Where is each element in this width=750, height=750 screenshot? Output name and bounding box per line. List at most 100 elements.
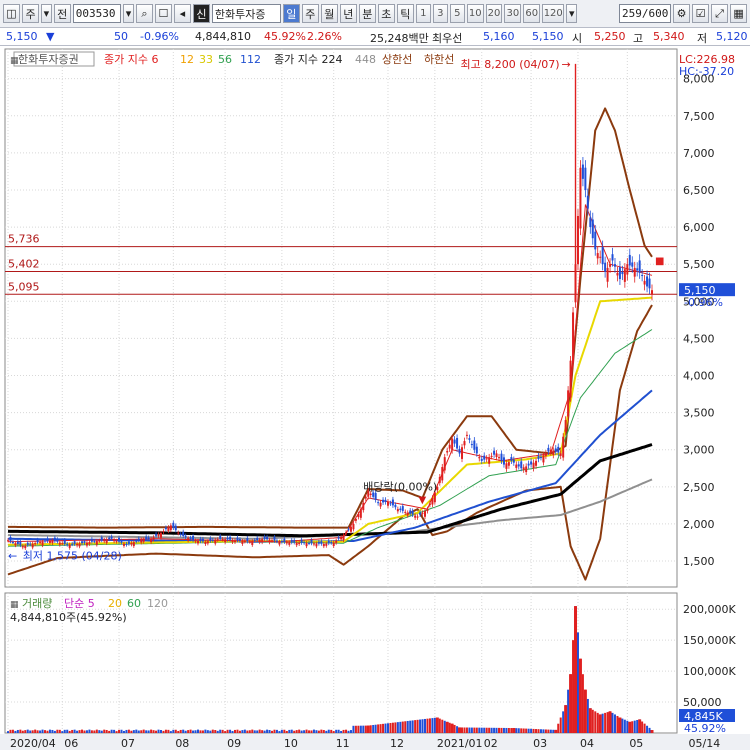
interval-3[interactable]: 3 <box>432 4 448 23</box>
candle-body <box>142 539 145 542</box>
volume-bar <box>443 720 446 733</box>
volume-bar <box>498 727 501 733</box>
time-tick-label: 07 <box>121 737 135 750</box>
compare-icon[interactable]: ☐ <box>154 4 172 23</box>
price-tick-label: 5,500 <box>683 258 715 271</box>
candle-body <box>312 543 315 545</box>
candle-body <box>125 543 128 545</box>
candle-body <box>164 527 167 530</box>
volume-bar <box>648 727 651 733</box>
interval-30[interactable]: 30 <box>504 4 522 23</box>
interval-5[interactable]: 5 <box>449 4 465 23</box>
candle-body <box>522 467 525 470</box>
candle-body <box>461 447 464 459</box>
volume-legend-ma20[interactable]: 20 <box>108 597 122 610</box>
candle-body <box>414 515 417 518</box>
candle-body <box>295 542 298 546</box>
grid-icon[interactable]: ▦ <box>730 4 748 23</box>
interval-1[interactable]: 1 <box>415 4 431 23</box>
layout-icon[interactable]: ◫ <box>3 4 20 23</box>
scope-select[interactable]: 전 <box>53 4 71 23</box>
stock-code-input[interactable]: 003530 <box>72 4 122 23</box>
candle-body <box>394 504 397 508</box>
volume-bar <box>480 727 483 733</box>
period-tab-week[interactable]: 주 <box>301 4 319 23</box>
candle-body <box>58 542 61 545</box>
period-tab-minute[interactable]: 분 <box>358 4 376 23</box>
chevron-down-icon[interactable]: ▾ <box>566 4 578 23</box>
chevron-down-icon[interactable]: ▾ <box>41 4 52 23</box>
search-icon[interactable]: ⌕ <box>135 4 153 23</box>
interval-10[interactable]: 10 <box>466 4 484 23</box>
legend-ma224[interactable]: 종가 지수 224 <box>274 53 342 66</box>
settings-icon[interactable]: ⚙ <box>673 4 691 23</box>
speaker-icon[interactable]: ◂ <box>173 4 191 23</box>
checkbox-icon[interactable]: ☑ <box>692 4 710 23</box>
volume-bar <box>379 724 382 733</box>
candle-body <box>31 543 34 548</box>
time-tick-label: 11 <box>336 737 350 750</box>
interval-20[interactable]: 20 <box>485 4 503 23</box>
legend-upper[interactable]: 상한선 <box>382 53 412 66</box>
legend-ma56[interactable]: 56 <box>218 53 232 66</box>
volume-bar <box>525 728 528 733</box>
price-tick-label: 2,500 <box>683 481 715 494</box>
candle-body <box>147 537 150 539</box>
interval-60[interactable]: 60 <box>523 4 541 23</box>
legend-ma112[interactable]: 112 <box>240 53 261 66</box>
candle-body <box>288 542 291 545</box>
broker-name: 한화투자증권 <box>18 53 79 66</box>
time-tick-label: 12 <box>390 737 404 750</box>
volume-bar <box>39 730 42 733</box>
chevron-down-icon[interactable]: ▾ <box>123 4 134 23</box>
volume-bar <box>9 729 12 733</box>
volume-bar <box>248 730 251 733</box>
candle-body <box>132 542 135 547</box>
volume-bar <box>24 730 27 733</box>
period-tab-tick[interactable]: 틱 <box>396 4 414 23</box>
price-tick-label: 7,000 <box>683 147 715 160</box>
interval-120[interactable]: 120 <box>542 4 565 23</box>
fullscreen-icon[interactable]: ⤢ <box>711 4 729 23</box>
candle-body <box>347 529 350 531</box>
period-tab-second[interactable]: 초 <box>377 4 395 23</box>
candle-body <box>453 439 456 444</box>
volume-bar <box>445 721 449 733</box>
volume-bar <box>586 698 589 733</box>
volume-bar <box>646 725 649 733</box>
volume-legend-ma5[interactable]: 단순 5 <box>64 597 95 610</box>
candle-body <box>88 542 91 544</box>
volume-bar <box>450 723 454 733</box>
legend-ma33[interactable]: 33 <box>199 53 213 66</box>
candle-body <box>308 542 311 544</box>
volume-legend-ma120[interactable]: 120 <box>147 597 168 610</box>
volume-legend-label[interactable]: 거래량 <box>22 597 52 610</box>
candle-body <box>196 540 199 544</box>
period-tab-month[interactable]: 월 <box>320 4 338 23</box>
legend-lower[interactable]: 하한선 <box>424 52 454 66</box>
volume-bar <box>633 720 636 733</box>
legend-ma6[interactable]: 종가 지수 6 <box>104 53 158 66</box>
candle-body <box>169 525 172 531</box>
volume-bar <box>305 729 308 733</box>
candle-body <box>310 540 313 544</box>
period-tab-day[interactable]: 일 <box>282 4 300 23</box>
candle-body <box>525 466 528 473</box>
stock-chart[interactable]: 1,5002,0002,5003,0003,5004,0004,5005,000… <box>0 46 750 750</box>
open-price: 5,250 <box>594 30 626 43</box>
legend-ma448[interactable]: 448 <box>355 53 376 66</box>
candle-body <box>39 542 42 544</box>
candle-body <box>419 512 422 515</box>
legend-ma12[interactable]: 12 <box>180 53 194 66</box>
volume-bar <box>416 719 419 733</box>
candle-body <box>16 541 19 545</box>
candle-body <box>44 540 47 542</box>
period-tab-year[interactable]: 년 <box>339 4 357 23</box>
candle-body <box>374 492 377 500</box>
market-select[interactable]: 주 <box>22 4 39 23</box>
volume-bar <box>317 730 320 733</box>
volume-bar <box>340 731 343 733</box>
volume-bar <box>201 730 204 733</box>
volume-legend-ma60[interactable]: 60 <box>127 597 141 610</box>
bar-count-input[interactable]: 259/600 <box>619 4 672 23</box>
